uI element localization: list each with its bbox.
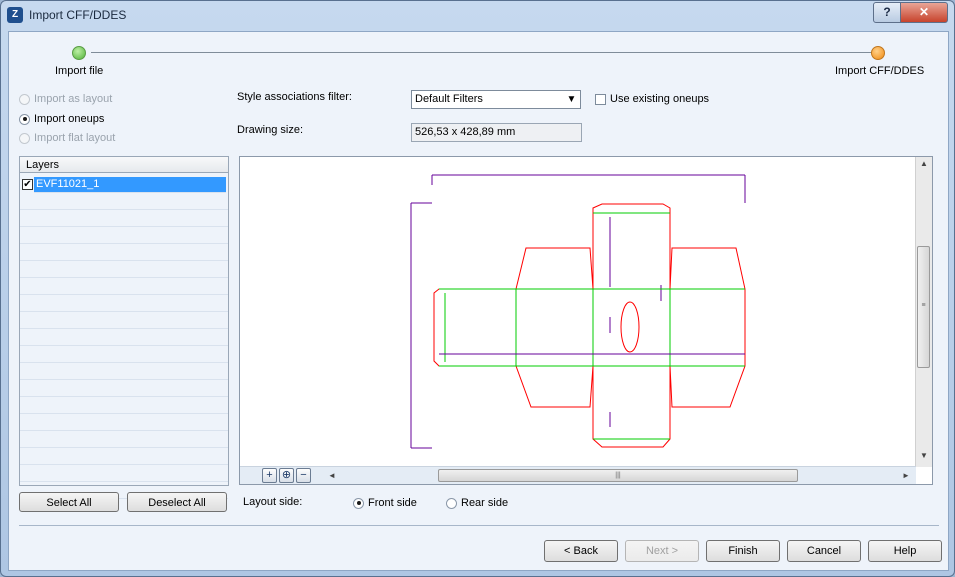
bottom-lid-panel [592, 366, 671, 448]
empty-layer-row [20, 262, 228, 278]
empty-layer-row [20, 330, 228, 346]
use-existing-label: Use existing oneups [610, 93, 710, 105]
front-side-label: Front side [368, 497, 417, 509]
layout-side-label: Layout side: [243, 496, 303, 508]
layer-row[interactable]: ✔ EVF11021_1 [22, 177, 226, 193]
empty-layer-row [20, 432, 228, 448]
step-done-icon [72, 46, 86, 60]
checkbox-checked-icon[interactable]: ✔ [22, 179, 33, 190]
horizontal-scroll-thumb[interactable]: ||| [438, 469, 798, 482]
empty-layer-row [20, 415, 228, 431]
step-import-file-label: Import file [55, 65, 104, 77]
app-icon: Z [7, 7, 23, 23]
drawing-size-field: 526,53 x 428,89 mm [411, 123, 582, 142]
radio-icon [19, 132, 30, 144]
style-filter-value: Default Filters [415, 93, 483, 105]
drawing-size-label: Drawing size: [237, 124, 304, 136]
finish-button[interactable]: Finish [706, 540, 780, 562]
deselect-all-button[interactable]: Deselect All [127, 492, 227, 512]
title-bar[interactable]: Z Import CFF/DDES ? ✕ [1, 1, 954, 31]
drawing-preview[interactable]: ▲ ≡ ▼ + ⊕ − ◄ ||| ► [239, 156, 933, 485]
next-button[interactable]: Next > [625, 540, 699, 562]
zoom-in-icon[interactable]: + [262, 468, 277, 483]
right-flaps [669, 247, 746, 408]
import-flat-layout-option[interactable]: Import flat layout [19, 132, 115, 144]
top-lid-panel [592, 203, 671, 289]
empty-layer-row [20, 245, 228, 261]
style-filter-label: Style associations filter: [237, 91, 352, 103]
help-title-button[interactable]: ? [873, 2, 901, 23]
rear-side-option[interactable]: Rear side [446, 497, 508, 509]
use-existing-oneups-checkbox[interactable]: Use existing oneups [595, 93, 709, 105]
empty-layer-row [20, 211, 228, 227]
vertical-scroll-thumb[interactable]: ≡ [917, 246, 930, 368]
step-current-icon [871, 46, 885, 60]
separator [19, 525, 939, 526]
empty-layer-row [20, 466, 228, 482]
cut-lines [433, 203, 746, 448]
help-button[interactable]: Help [868, 540, 942, 562]
scroll-left-icon[interactable]: ◄ [328, 471, 336, 480]
zoom-out-icon[interactable]: − [296, 468, 311, 483]
chevron-down-icon[interactable]: ▼ [563, 91, 580, 108]
close-button[interactable]: ✕ [900, 2, 948, 23]
dialog-client: Import file Import CFF/DDES Import as la… [8, 31, 949, 571]
option-label: Import flat layout [34, 132, 116, 144]
radio-selected-icon [353, 497, 364, 509]
empty-layer-row [20, 228, 228, 244]
radio-selected-icon [19, 113, 30, 125]
scroll-up-icon[interactable]: ▲ [920, 159, 928, 168]
empty-layer-row [20, 449, 228, 465]
empty-layer-row [20, 398, 228, 414]
radio-icon [446, 497, 457, 509]
rear-side-label: Rear side [461, 497, 509, 509]
checkbox-icon [595, 93, 606, 105]
empty-layer-row [20, 296, 228, 312]
window-title: Import CFF/DDES [29, 8, 127, 22]
empty-layer-row [20, 381, 228, 397]
import-as-layout-option[interactable]: Import as layout [19, 93, 112, 105]
crease-lines [439, 212, 745, 440]
wizard-progress-line [91, 52, 877, 53]
scroll-down-icon[interactable]: ▼ [920, 451, 928, 460]
step-import-cff-label: Import CFF/DDES [835, 65, 925, 77]
option-label: Import as layout [34, 93, 113, 105]
radio-icon [19, 93, 30, 105]
layers-header: Layers [20, 157, 228, 173]
layers-list[interactable]: Layers ✔ EVF11021_1 [19, 156, 229, 499]
bottom-left-flap [515, 365, 594, 408]
vertical-scrollbar[interactable]: ▲ ≡ ▼ [915, 157, 932, 467]
empty-layer-row [20, 279, 228, 295]
top-left-flap [515, 247, 594, 290]
handle-hole [620, 301, 640, 353]
layer-name: EVF11021_1 [36, 178, 100, 190]
empty-layer-row [20, 313, 228, 329]
empty-layer-row [20, 347, 228, 363]
box-drawing [410, 174, 746, 449]
empty-layer-row [20, 194, 228, 210]
empty-layer-row [20, 364, 228, 380]
front-side-option[interactable]: Front side [353, 497, 417, 509]
import-cff-dialog: Z Import CFF/DDES ? ✕ Import file Import… [0, 0, 955, 577]
preview-bottom-bar: + ⊕ − ◄ ||| ► [240, 466, 916, 484]
option-label: Import oneups [34, 113, 105, 125]
select-all-button[interactable]: Select All [19, 492, 119, 512]
zoom-fit-icon[interactable]: ⊕ [279, 468, 294, 483]
cancel-button[interactable]: Cancel [787, 540, 861, 562]
import-oneups-option[interactable]: Import oneups [19, 113, 104, 125]
back-button[interactable]: < Back [544, 540, 618, 562]
scroll-right-icon[interactable]: ► [902, 471, 910, 480]
style-filter-select[interactable]: Default Filters ▼ [411, 90, 581, 109]
